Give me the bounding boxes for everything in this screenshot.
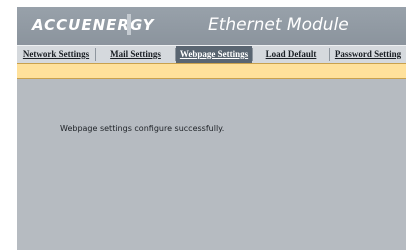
- page-header: ACCUENERGY Ethernet Module: [17, 7, 406, 45]
- tab-webpage-settings[interactable]: Webpage Settings: [176, 46, 252, 63]
- notice-bar: [17, 63, 406, 79]
- settings-nav: Network Settings Mail Settings Webpage S…: [17, 45, 406, 64]
- tab-password-setting[interactable]: Password Setting: [330, 46, 406, 63]
- tab-mail-settings[interactable]: Mail Settings: [96, 46, 175, 63]
- tab-load-default[interactable]: Load Default: [253, 46, 329, 63]
- ethernet-module-page: ACCUENERGY Ethernet Module Network Setti…: [17, 7, 406, 250]
- page-title: Ethernet Module: [208, 15, 349, 35]
- accuenergy-logo: ACCUENERGY: [32, 16, 155, 34]
- content-area: Webpage settings configure successfully.: [17, 79, 406, 250]
- header-divider: [127, 14, 131, 35]
- success-message: Webpage settings configure successfully.: [60, 124, 225, 133]
- tab-network-settings[interactable]: Network Settings: [17, 46, 95, 63]
